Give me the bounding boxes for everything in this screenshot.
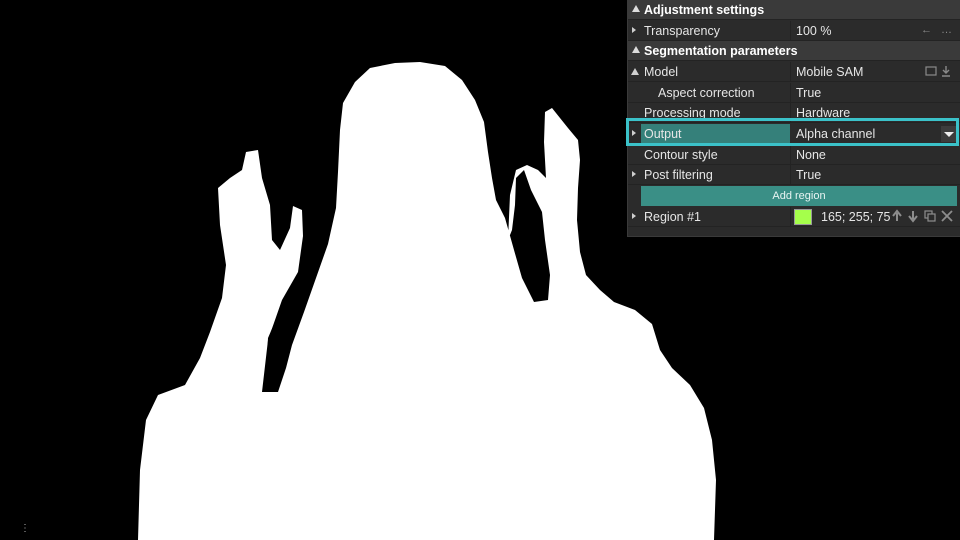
model-folder-download-icons[interactable] [925,65,955,80]
aspect-correction-value[interactable]: True [796,86,821,100]
column-divider [790,83,791,103]
region-actions[interactable] [891,209,955,226]
property-label: Transparency [644,24,720,38]
section-segmentation-parameters[interactable]: Segmentation parameters [628,41,960,61]
transparency-value[interactable]: 100 % [796,24,831,38]
region-color-swatch[interactable] [794,209,812,225]
properties-panel: Adjustment settings Transparency 100 % ←… [626,0,960,237]
post-filtering-value[interactable]: True [796,168,821,182]
expand-arrow-icon[interactable] [632,27,636,33]
region-color-value[interactable]: 165; 255; 75 [821,210,891,224]
collapse-triangle-icon[interactable] [632,5,640,12]
column-divider [790,145,791,165]
section-title: Segmentation parameters [644,44,798,58]
collapse-triangle-icon[interactable] [632,46,640,53]
region-row[interactable]: Region #1 165; 255; 75 [628,207,960,227]
property-post-filtering[interactable]: Post filtering True [628,165,960,185]
property-label: Model [644,65,679,79]
region-label: Region #1 [644,210,701,224]
contour-style-value[interactable]: None [796,148,826,162]
column-divider [790,207,791,227]
model-value[interactable]: Mobile SAM [796,65,863,79]
output-focus-highlight [626,118,959,146]
column-divider [790,21,791,41]
collapse-arrow-icon[interactable] [631,68,639,75]
property-label: Post filtering [644,168,713,182]
region-action-icons[interactable] [891,209,955,223]
property-contour-style[interactable]: Contour style None [628,145,960,165]
section-adjustment-settings[interactable]: Adjustment settings [628,0,960,20]
reset-more-icons[interactable]: ← … [921,24,955,36]
add-region-button[interactable]: Add region [641,186,957,206]
expand-arrow-icon[interactable] [632,171,636,177]
expand-arrow-icon[interactable] [632,213,636,219]
move-down-icon [908,211,918,223]
folder-download-icon[interactable] [925,65,955,77]
property-label: Contour style [644,148,718,162]
section-title: Adjustment settings [644,3,765,17]
close-icon [941,210,953,222]
move-up-icon [892,209,902,221]
property-model[interactable]: Model Mobile SAM [628,62,960,82]
property-label: Aspect correction [658,86,755,100]
property-aspect-correction[interactable]: Aspect correction True [628,83,960,103]
canvas-handle-dots[interactable]: ⋮ [20,524,30,534]
column-divider [790,62,791,82]
column-divider [790,165,791,185]
property-transparency[interactable]: Transparency 100 % ← … [628,21,960,41]
